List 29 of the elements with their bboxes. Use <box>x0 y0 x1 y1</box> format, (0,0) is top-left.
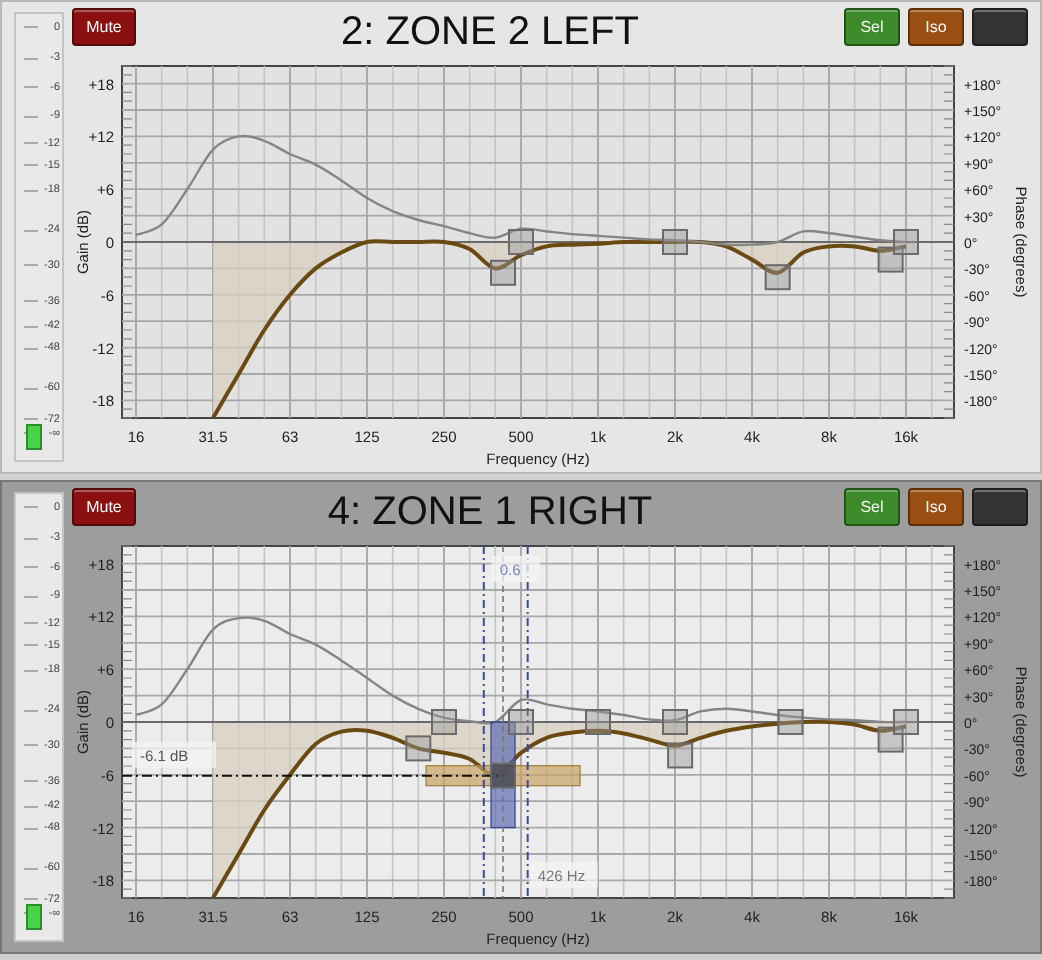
filter-handle[interactable] <box>764 264 791 291</box>
select-button[interactable]: Sel <box>844 8 900 46</box>
filter-handle[interactable] <box>490 762 517 789</box>
filter-handle[interactable] <box>777 709 804 735</box>
filter-handle[interactable] <box>893 709 919 735</box>
channel-title: 2: ZONE 2 LEFT <box>341 8 639 56</box>
isolate-button[interactable]: Iso <box>908 8 964 46</box>
filter-handle[interactable] <box>667 742 694 769</box>
select-button[interactable]: Sel <box>844 488 900 526</box>
channel-title: 4: ZONE 1 RIGHT <box>327 488 653 536</box>
filter-handle[interactable] <box>877 246 904 273</box>
bandwidth-bar[interactable] <box>425 765 581 787</box>
mute-button[interactable]: Mute <box>72 488 136 526</box>
eq-panel[interactable] <box>0 0 1042 474</box>
blank-button[interactable] <box>972 8 1028 46</box>
eq-panel[interactable] <box>0 480 1042 954</box>
filter-handle[interactable] <box>893 229 919 255</box>
filter-handle[interactable] <box>405 735 432 762</box>
filter-handle[interactable] <box>877 726 904 753</box>
filter-handle[interactable] <box>662 229 688 255</box>
filter-handle[interactable] <box>431 709 457 735</box>
filter-handle[interactable] <box>508 709 534 735</box>
isolate-button[interactable]: Iso <box>908 488 964 526</box>
filter-handle[interactable] <box>585 709 611 735</box>
filter-handle[interactable] <box>662 709 688 735</box>
blank-button[interactable] <box>972 488 1028 526</box>
filter-handle[interactable] <box>490 259 517 286</box>
filter-handle[interactable] <box>508 229 534 255</box>
mute-button[interactable]: Mute <box>72 8 136 46</box>
